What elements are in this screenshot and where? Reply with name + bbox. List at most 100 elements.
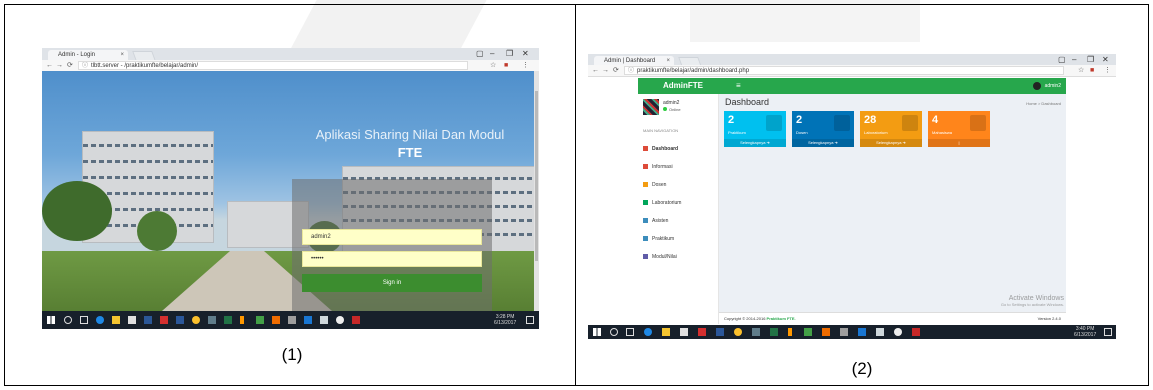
info-icon [643, 164, 648, 170]
file-explorer-icon[interactable] [662, 328, 670, 336]
maximize-icon[interactable]: ❐ [506, 49, 513, 58]
app-icon[interactable] [304, 316, 312, 324]
app-icon[interactable] [288, 316, 296, 324]
search-icon[interactable] [64, 316, 72, 324]
footer: Copyright © 2014-2016 Praktikum FTE. Ver… [719, 312, 1066, 325]
store-icon[interactable] [128, 316, 136, 324]
browser-tab-title: Admin | Dashboard [604, 58, 656, 64]
app-icon[interactable] [272, 316, 280, 324]
extension-icon[interactable]: ■ [1090, 65, 1094, 76]
sidebar-item-dosen[interactable]: Dosen [643, 182, 666, 188]
sidebar-item-dashboard[interactable]: Dashboard [643, 146, 678, 152]
excel-icon[interactable] [224, 316, 232, 324]
sidebar-item-laboratorium[interactable]: Laboratorium [643, 200, 681, 206]
bookmark-star-icon[interactable]: ☆ [1078, 65, 1084, 76]
reload-icon[interactable]: ⟳ [67, 60, 73, 71]
back-icon[interactable]: ← [592, 65, 599, 76]
minimize-icon[interactable]: – [490, 49, 494, 58]
task-view-icon[interactable] [80, 316, 88, 324]
app-icon[interactable] [894, 328, 902, 336]
windows-start-icon[interactable] [47, 316, 55, 324]
app-icon[interactable] [752, 328, 760, 336]
store-icon[interactable] [680, 328, 688, 336]
app-icon[interactable] [256, 316, 264, 324]
close-tab-icon[interactable]: × [120, 50, 124, 60]
app-icon[interactable] [876, 328, 884, 336]
app-icon[interactable] [822, 328, 830, 336]
stat-label: Praktikum [728, 130, 746, 135]
app-icon[interactable] [144, 316, 152, 324]
address-bar: ← → ⟳ ⓘ praktikumfte/belajar/admin/dashb… [588, 65, 1116, 77]
sidebar-item-praktikum[interactable]: Praktikum [643, 236, 674, 242]
more-info-link[interactable]: Selengkapnya ➜ [860, 139, 922, 147]
edge-icon[interactable] [644, 328, 652, 336]
menu-dots-icon[interactable]: ⋮ [1104, 65, 1111, 76]
more-info-link[interactable]: Selengkapnya ➜ [724, 139, 786, 147]
app-icon[interactable] [240, 316, 244, 324]
filezilla-icon[interactable] [912, 328, 920, 336]
user-icon[interactable]: ▢ [1058, 55, 1066, 64]
app-icon[interactable] [160, 316, 168, 324]
breadcrumb[interactable]: Home > Dashboard [1026, 101, 1061, 106]
more-info-link[interactable]: Selengkapnya ➜ [792, 139, 854, 147]
maximize-icon[interactable]: ❐ [1087, 55, 1094, 64]
browser-tab[interactable]: Admin - Login × [48, 50, 128, 60]
edge-icon[interactable] [96, 316, 104, 324]
clock-date: 6/13/2017 [1074, 332, 1097, 338]
forward-icon[interactable]: → [602, 65, 609, 76]
word-icon[interactable] [716, 328, 724, 336]
browser-tab-strip: Admin - Login × ▢ – ❐ ✕ [42, 48, 539, 61]
windows-start-icon[interactable] [593, 328, 601, 336]
footer-link[interactable]: Praktikum FTE. [767, 316, 796, 321]
notifications-icon[interactable] [1104, 328, 1112, 336]
username-field[interactable]: admin2 [302, 229, 482, 245]
forward-icon[interactable]: → [56, 60, 63, 71]
notifications-icon[interactable] [526, 316, 534, 324]
browser-tab-title: Admin - Login [58, 52, 96, 58]
app-icon[interactable] [336, 316, 344, 324]
stat-value: 28 [864, 114, 877, 126]
word-icon[interactable] [176, 316, 184, 324]
sidebar-item-informasi[interactable]: Informasi [643, 164, 673, 170]
excel-icon[interactable] [770, 328, 778, 336]
app-icon[interactable] [788, 328, 792, 336]
sidebar-toggle-icon[interactable]: ≡ [736, 78, 741, 94]
sidebar-item-asisten[interactable]: Asisten [643, 218, 668, 224]
file-explorer-icon[interactable] [112, 316, 120, 324]
app-icon[interactable] [858, 328, 866, 336]
url-field[interactable]: ⓘ tlbtt.server - /praktikumfte/belajar/a… [78, 61, 468, 70]
password-field[interactable]: •••••• [302, 251, 482, 267]
sidebar-item-modul[interactable]: Modul/Nilai [643, 254, 677, 260]
search-icon[interactable] [610, 328, 618, 336]
scrollbar-thumb[interactable] [535, 91, 538, 261]
clock[interactable]: 3:40 PM 6/13/2017 [1074, 326, 1096, 338]
more-info-link[interactable]: | [928, 139, 990, 147]
app-icon[interactable] [698, 328, 706, 336]
login-screenshot: Admin - Login × ▢ – ❐ ✕ ← → ⟳ ⓘ tlbtt.se… [42, 48, 539, 333]
user-icon[interactable]: ▢ [476, 49, 484, 58]
menu-dots-icon[interactable]: ⋮ [522, 60, 529, 71]
app-icon[interactable] [840, 328, 848, 336]
extension-icon[interactable]: ■ [504, 60, 508, 71]
sign-in-button[interactable]: Sign in [302, 274, 482, 292]
app-icon[interactable] [804, 328, 812, 336]
app-icon[interactable] [208, 316, 216, 324]
chrome-icon[interactable] [734, 328, 742, 336]
brand-logo[interactable]: AdminFTE [638, 78, 728, 94]
reload-icon[interactable]: ⟳ [613, 65, 619, 76]
back-icon[interactable]: ← [46, 60, 53, 71]
minimize-icon[interactable]: – [1072, 55, 1076, 64]
url-field[interactable]: ⓘ praktikumfte/belajar/admin/dashboard.p… [624, 66, 1064, 75]
clock-date: 6/13/2017 [494, 320, 517, 326]
user-menu[interactable]: admin2 [1033, 81, 1061, 91]
app-icon[interactable] [320, 316, 328, 324]
close-window-icon[interactable]: ✕ [522, 49, 529, 58]
sidebar-item-label: Laboratorium [652, 200, 682, 206]
filezilla-icon[interactable] [352, 316, 360, 324]
scrollbar[interactable] [534, 71, 539, 311]
clock[interactable]: 3:28 PM 6/13/2017 [494, 314, 516, 326]
task-view-icon[interactable] [626, 328, 634, 336]
close-window-icon[interactable]: ✕ [1102, 55, 1109, 64]
bookmark-star-icon[interactable]: ☆ [490, 60, 496, 71]
chrome-icon[interactable] [192, 316, 200, 324]
